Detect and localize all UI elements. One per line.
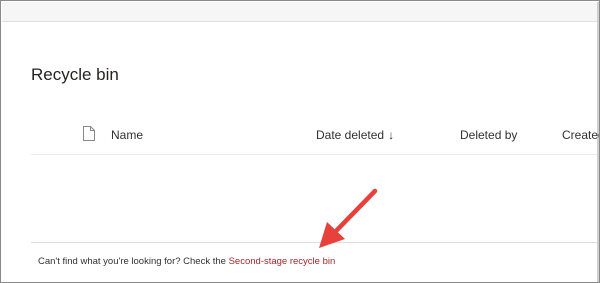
document-icon[interactable] [83, 126, 95, 141]
footer-prompt: Can't find what you're looking for? Chec… [38, 256, 229, 267]
recycle-bin-window: Recycle bin Name Date deleted ↓ Deleted b… [0, 0, 600, 283]
column-header-date-deleted-label: Date deleted [316, 128, 385, 142]
page-title: Recycle bin [31, 65, 119, 84]
red-arrow-icon [319, 188, 378, 248]
footer-message: Can't find what you're looking for? Chec… [38, 256, 335, 267]
sort-descending-icon: ↓ [388, 128, 395, 142]
column-header-created[interactable]: Created [562, 128, 599, 142]
column-header-deleted-by[interactable]: Deleted by [460, 128, 517, 142]
top-strip [2, 2, 599, 22]
second-stage-recycle-bin-link[interactable]: Second-stage recycle bin [229, 256, 336, 267]
list-header: Name Date deleted↓ Deleted by Created [31, 115, 599, 155]
column-header-date-deleted[interactable]: Date deleted ↓ [316, 128, 394, 142]
column-header-name[interactable]: Name [111, 128, 143, 142]
